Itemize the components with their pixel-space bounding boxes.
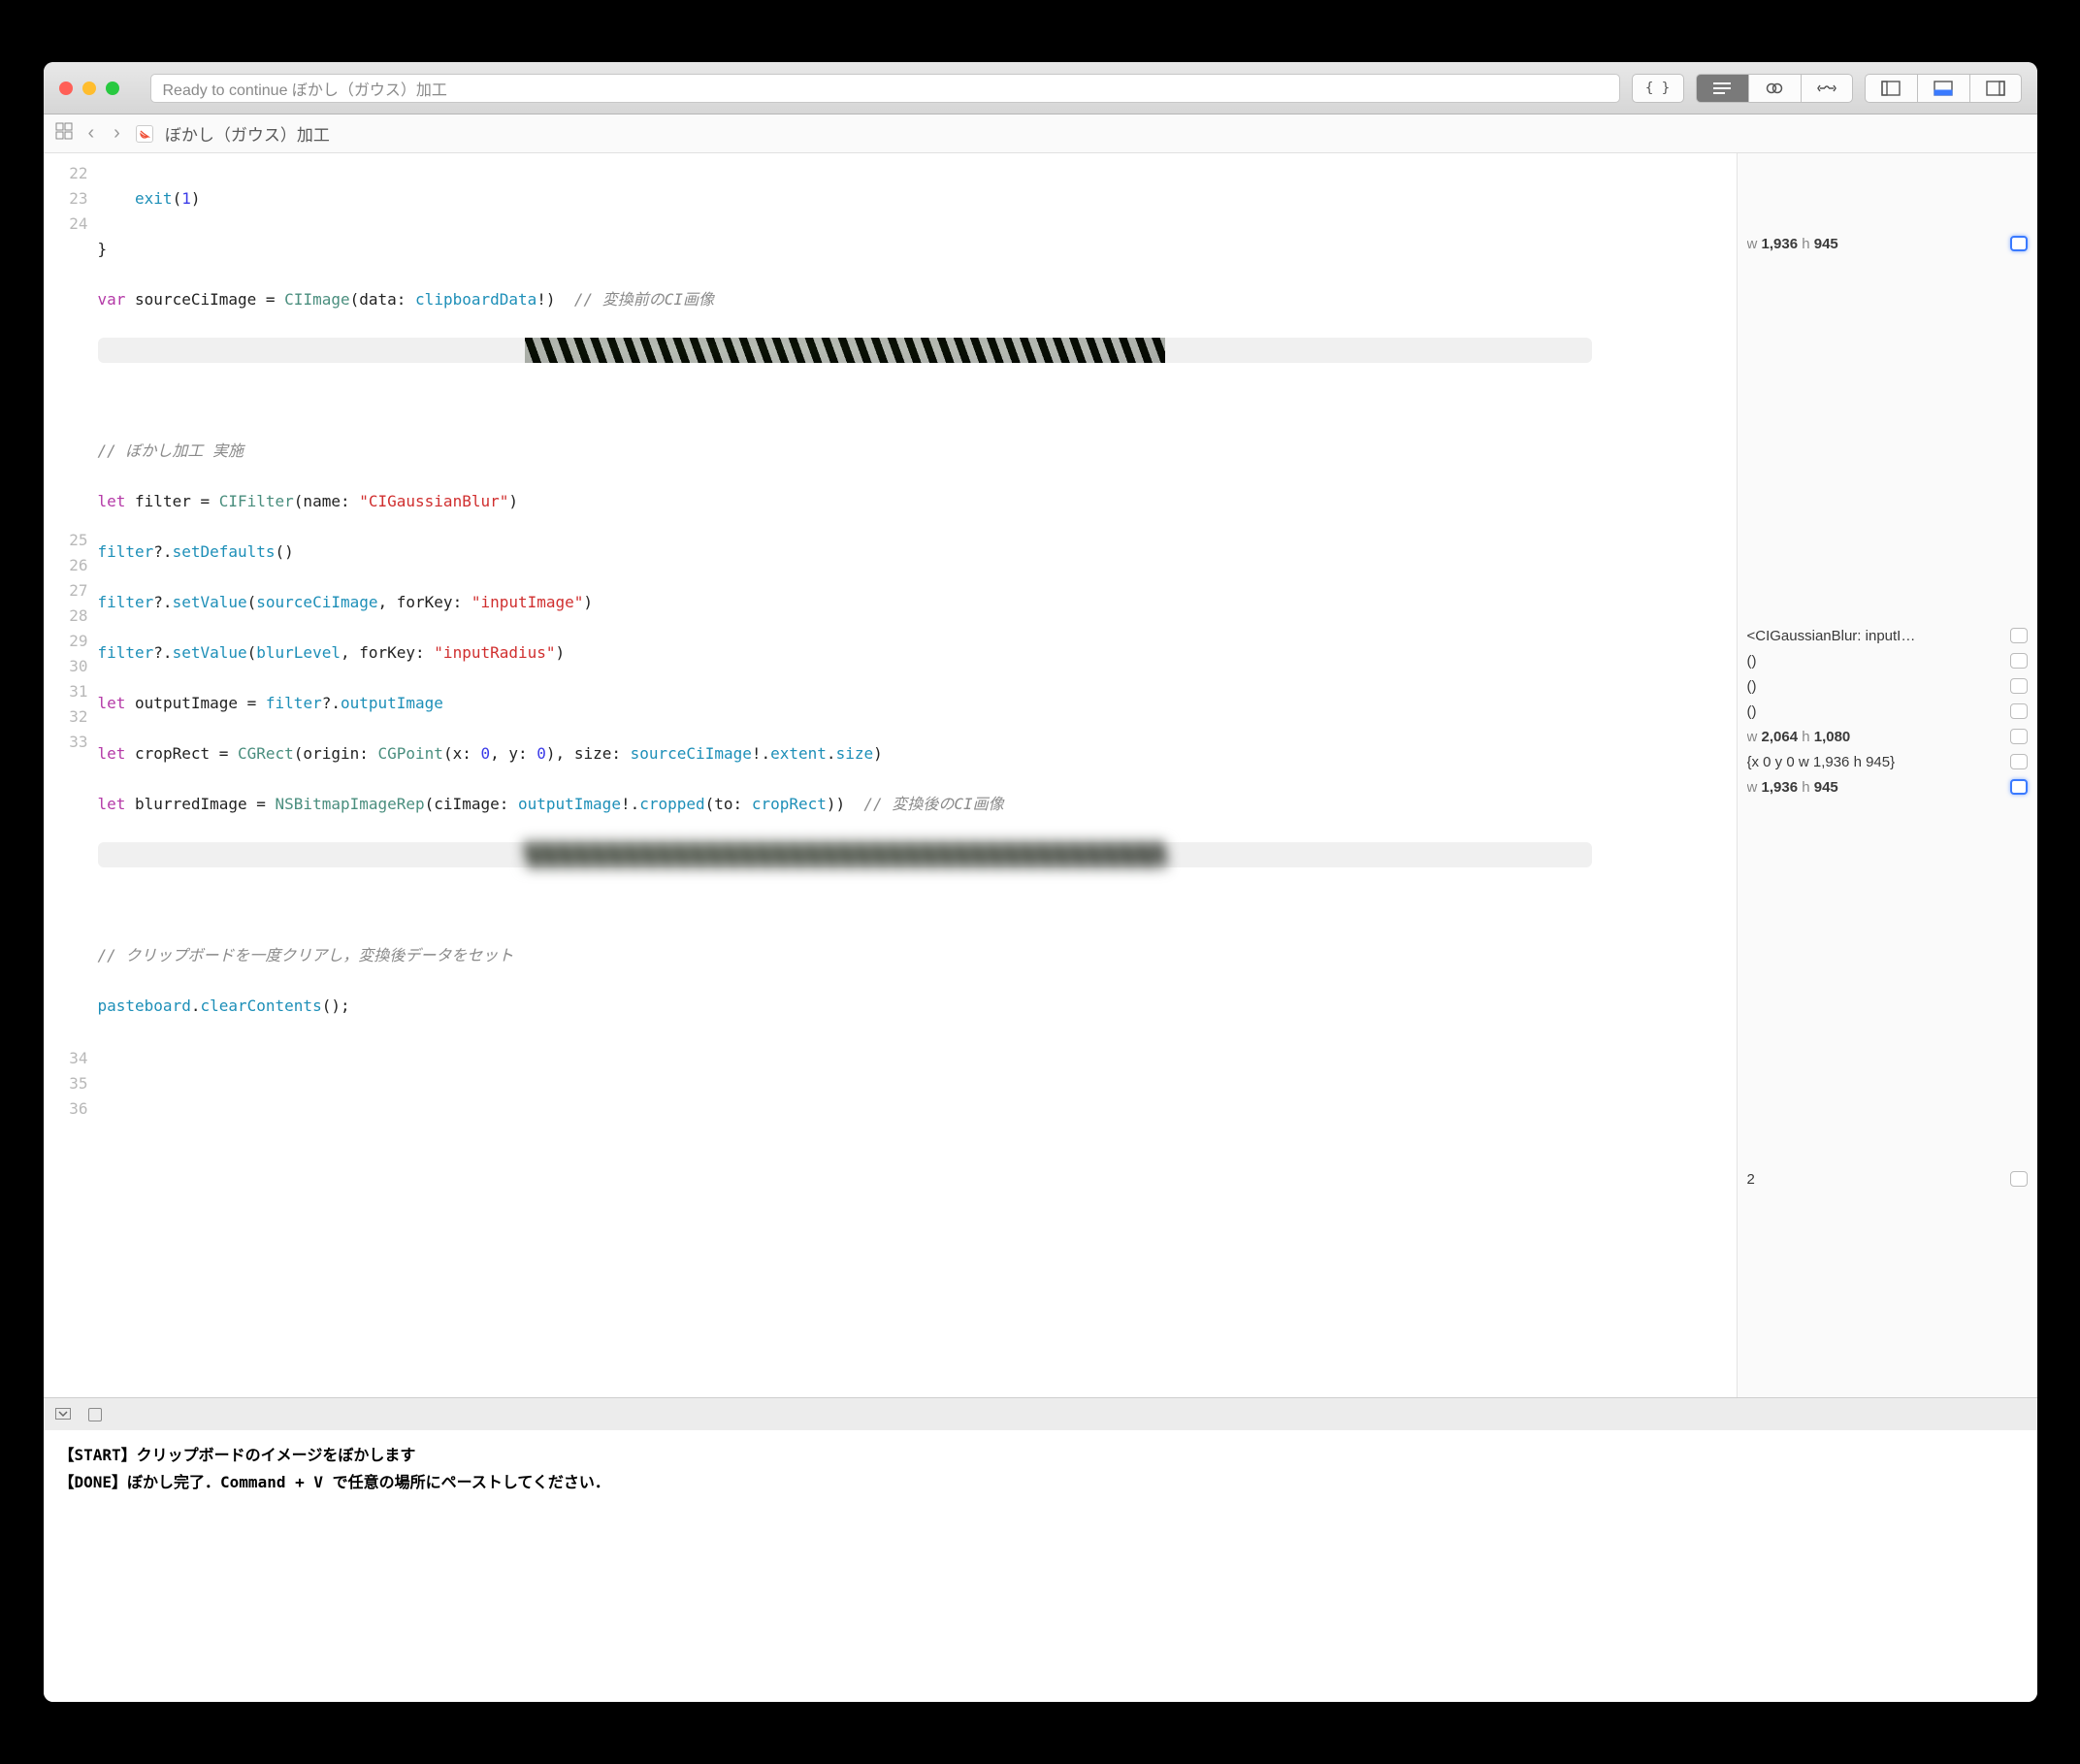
version-editor-button[interactable] [1801,74,1853,103]
toggle-navigator-button[interactable] [1865,74,1917,103]
main-area: 22 23 24 25 26 27 28 29 30 31 32 33 34 3… [44,153,2037,1397]
toggle-inspector-button[interactable] [1969,74,2022,103]
quicklook-button[interactable] [2010,628,2028,643]
results-sidebar: w 1,936 h 945 <CIGaussianBlur: inputI… (… [1737,153,2037,1397]
debug-dropdown-icon[interactable] [55,1407,71,1422]
result-row[interactable]: {x 0 y 0 w 1,936 h 945} [1738,749,2037,774]
console-line: 【DONE】ぼかし完了．Command + V で任意の場所にペーストしてくださ… [59,1469,2022,1496]
quicklook-button[interactable] [2010,236,2028,251]
quicklook-button[interactable] [2010,653,2028,669]
swift-file-icon [136,125,153,143]
minimize-button[interactable] [82,82,96,95]
quicklook-button[interactable] [2010,729,2028,744]
debug-view-toggle[interactable] [88,1408,102,1421]
inline-result-image-source [98,338,1592,363]
code-content[interactable]: exit(1) } var sourceCiImage = CIImage(da… [98,153,1737,1397]
jump-bar: ‹ › ぼかし（ガウス）加工 [44,114,2037,153]
line-number-gutter: 22 23 24 25 26 27 28 29 30 31 32 33 34 3… [44,153,98,1397]
code-review-button[interactable]: { } [1632,74,1684,103]
result-row[interactable]: 2 [1738,1166,2037,1192]
console-output[interactable]: 【START】クリップボードのイメージをぼかします 【DONE】ぼかし完了．Co… [44,1430,2037,1702]
editor-mode-group [1696,74,1853,103]
related-items-icon[interactable] [55,122,73,145]
zebra-image-blurred [525,842,1165,867]
result-row[interactable]: () [1738,699,2037,724]
standard-editor-button[interactable] [1696,74,1748,103]
close-button[interactable] [59,82,73,95]
result-row[interactable]: w 1,936 h 945 [1738,774,2037,800]
quicklook-button[interactable] [2010,1171,2028,1187]
zebra-image [525,338,1165,363]
maximize-button[interactable] [106,82,119,95]
code-editor[interactable]: 22 23 24 25 26 27 28 29 30 31 32 33 34 3… [44,153,1737,1397]
assistant-editor-button[interactable] [1748,74,1801,103]
quicklook-button[interactable] [2010,678,2028,694]
window-controls [59,82,119,95]
result-row[interactable]: w 1,936 h 945 [1738,231,2037,256]
nav-forward-button[interactable]: › [110,122,124,145]
breadcrumb-file[interactable]: ぼかし（ガウス）加工 [165,121,330,146]
inline-result-image-blurred [98,842,1592,867]
result-row[interactable]: () [1738,673,2037,699]
nav-back-button[interactable]: ‹ [84,122,99,145]
console-line: 【START】クリップボードのイメージをぼかします [59,1442,2022,1469]
titlebar: Ready to continue ぼかし（ガウス）加工 { } [44,62,2037,114]
activity-status-field: Ready to continue ぼかし（ガウス）加工 [150,74,1620,103]
xcode-playground-window: Ready to continue ぼかし（ガウス）加工 { } [44,62,2037,1702]
result-row[interactable]: <CIGaussianBlur: inputI… [1738,623,2037,648]
result-row[interactable]: w 2,064 h 1,080 [1738,724,2037,749]
toggle-debug-button[interactable] [1917,74,1969,103]
status-text: Ready to continue ぼかし（ガウス）加工 [163,77,447,100]
panel-toggle-group [1865,74,2022,103]
debug-bar [44,1397,2037,1430]
quicklook-button[interactable] [2010,779,2028,795]
result-row[interactable]: () [1738,648,2037,673]
quicklook-button[interactable] [2010,703,2028,719]
quicklook-button[interactable] [2010,754,2028,769]
